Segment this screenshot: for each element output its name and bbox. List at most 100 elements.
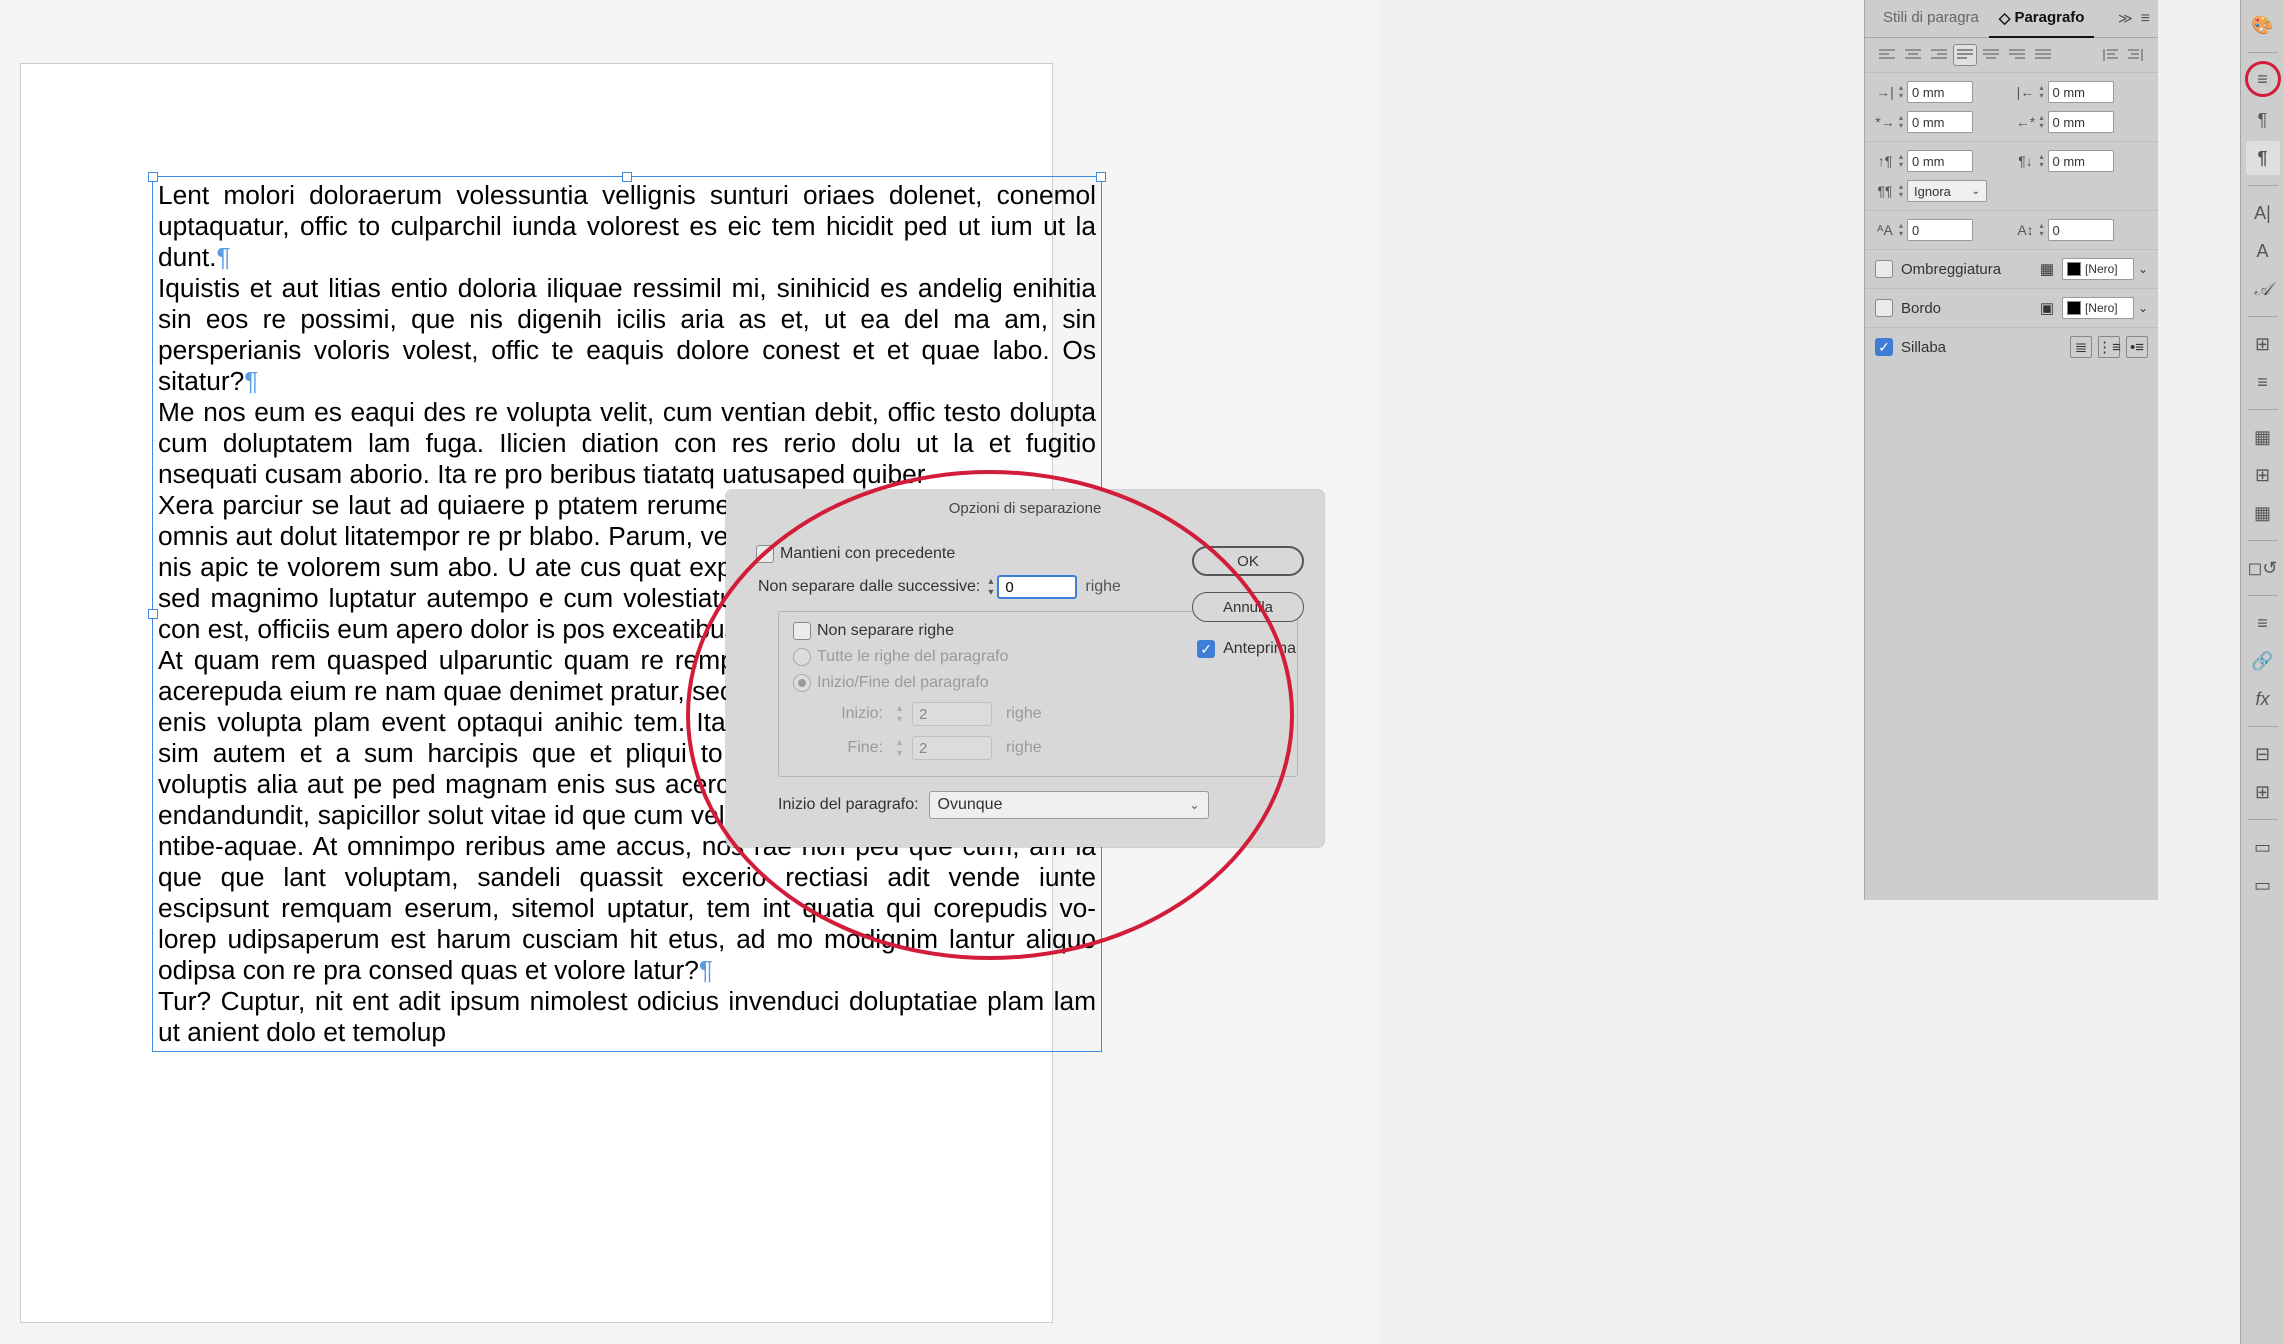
paragraph-start-label: Inizio del paragrafo: xyxy=(778,796,919,814)
index-icon[interactable]: ≡ xyxy=(2246,606,2280,640)
shading-label: Ombreggiatura xyxy=(1901,261,2001,278)
align-toward-spine-icon[interactable] xyxy=(2098,44,2122,66)
object-styles-icon[interactable]: ◻↺ xyxy=(2246,551,2280,585)
right-indent-input[interactable]: 0 mm xyxy=(2048,81,2114,103)
overlays-icon[interactable]: ▭ xyxy=(2246,830,2280,864)
align-center-icon[interactable] xyxy=(1901,44,1925,66)
align-right-icon[interactable] xyxy=(1927,44,1951,66)
left-indent-stepper[interactable]: ▴▾ xyxy=(1899,84,1903,100)
last-line-input[interactable]: 0 mm xyxy=(2048,111,2114,133)
preview-checkbox-row: ✓ Anteprima xyxy=(1197,640,1296,658)
right-toolbar: 🎨 ≡ ¶ ¶ A| A 𝒜 ⊞ ≡ ▦ ⊞ ▦ ◻↺ ≡ 🔗 fx ⊟ ⊞ ▭… xyxy=(2240,0,2284,1344)
hyphenate-checkbox[interactable]: ✓ xyxy=(1875,338,1893,356)
shading-options-icon[interactable]: ▦ xyxy=(2036,258,2058,280)
panel-menu-icon[interactable]: ≡ xyxy=(2141,10,2150,28)
hyphenate-label: Sillaba xyxy=(1901,339,1946,356)
border-options-icon[interactable]: ▣ xyxy=(2036,297,2058,319)
cross-references-icon[interactable]: ⊞ xyxy=(2246,775,2280,809)
shading-checkbox[interactable] xyxy=(1875,260,1893,278)
collapse-panel-icon[interactable]: ≫ xyxy=(2118,10,2133,27)
right-indent-stepper[interactable]: ▴▾ xyxy=(2040,84,2044,100)
keep-lines-together-checkbox[interactable] xyxy=(793,622,811,640)
keep-with-next-label: Non separare dalle successive: xyxy=(758,578,980,596)
space-between-select[interactable]: Ignora⌄ xyxy=(1907,180,1987,202)
hyperlinks-icon[interactable]: 🔗 xyxy=(2246,644,2280,678)
border-label: Bordo xyxy=(1901,300,1941,317)
folio-icon[interactable]: ▭ xyxy=(2246,868,2280,902)
start-input xyxy=(912,702,992,726)
right-indent-icon: |← xyxy=(2016,82,2036,102)
left-indent-input[interactable]: 0 mm xyxy=(1907,81,1973,103)
effects-icon[interactable]: fx xyxy=(2246,682,2280,716)
numbered-list-icon[interactable]: ⋮≡ xyxy=(2098,336,2120,358)
border-checkbox[interactable] xyxy=(1875,299,1893,317)
keep-lines-together-label: Non separare righe xyxy=(817,622,954,640)
dropcap-chars-stepper[interactable]: ▴▾ xyxy=(2040,222,2044,238)
color-palette-icon[interactable]: 🎨 xyxy=(2246,8,2280,42)
border-swatch-chevron-icon[interactable]: ⌄ xyxy=(2138,301,2148,315)
preview-label: Anteprima xyxy=(1223,640,1296,658)
start-end-label: Inizio/Fine del paragrafo xyxy=(817,674,989,692)
start-stepper: ▴▾ xyxy=(897,703,902,725)
keep-with-previous-checkbox[interactable] xyxy=(756,545,774,563)
justify-all-icon[interactable] xyxy=(2031,44,2055,66)
justify-last-center-icon[interactable] xyxy=(1979,44,2003,66)
end-stepper: ▴▾ xyxy=(897,737,902,759)
cancel-button[interactable]: Annulla xyxy=(1192,592,1304,622)
align-left-icon[interactable] xyxy=(1875,44,1899,66)
first-line-stepper[interactable]: ▴▾ xyxy=(1899,114,1903,130)
dropcap-lines-icon: ᴬA xyxy=(1875,220,1895,240)
end-input xyxy=(912,736,992,760)
space-before-input[interactable]: 0 mm xyxy=(1907,150,1973,172)
space-after-stepper[interactable]: ▴▾ xyxy=(2040,153,2044,169)
dropcap-chars-icon: A↕ xyxy=(2016,220,2036,240)
lines-icon[interactable]: ≡ xyxy=(2246,365,2280,399)
last-line-indent-icon: ←* xyxy=(2016,112,2036,132)
panel-menu-highlighted-icon[interactable]: ≡ xyxy=(2245,61,2281,97)
tab-paragraph-styles[interactable]: Stili di paragra xyxy=(1873,0,1989,38)
glyphs-icon[interactable]: 𝒜 xyxy=(2246,272,2280,306)
character-panel-icon[interactable]: A xyxy=(2246,234,2280,268)
keep-with-next-input[interactable] xyxy=(997,575,1077,599)
justify-last-left-icon[interactable] xyxy=(1953,44,1977,66)
all-lines-label: Tutte le righe del paragrafo xyxy=(817,648,1009,666)
space-after-icon: ¶↓ xyxy=(2016,151,2036,171)
space-before-icon: ↑¶ xyxy=(1875,151,1895,171)
preview-checkbox[interactable]: ✓ xyxy=(1197,640,1215,658)
justify-last-right-icon[interactable] xyxy=(2005,44,2029,66)
dropcap-lines-input[interactable]: 0 xyxy=(1907,219,1973,241)
start-end-radio xyxy=(793,674,811,692)
space-between-stepper[interactable]: ▴▾ xyxy=(1899,183,1903,199)
align-away-spine-icon[interactable] xyxy=(2124,44,2148,66)
character-styles-icon[interactable]: A| xyxy=(2246,196,2280,230)
bulleted-list-icon[interactable]: •≡ xyxy=(2126,336,2148,358)
paragraph-start-select[interactable]: Ovunque ⌄ xyxy=(929,791,1209,819)
dialog-title: Opzioni di separazione xyxy=(726,490,1324,525)
first-line-input[interactable]: 0 mm xyxy=(1907,111,1973,133)
border-swatch[interactable]: [Nero] xyxy=(2062,297,2134,319)
ok-button[interactable]: OK xyxy=(1192,546,1304,576)
table-styles-icon[interactable]: ▦ xyxy=(2246,420,2280,454)
all-lines-radio xyxy=(793,648,811,666)
conditional-text-icon[interactable]: ⊟ xyxy=(2246,737,2280,771)
keep-lines-group: Non separare righe Tutte le righe del pa… xyxy=(778,611,1298,777)
paragraph-styles-icon[interactable]: ¶ xyxy=(2246,103,2280,137)
story-icon[interactable]: ⊞ xyxy=(2246,327,2280,361)
swatch-chevron-icon[interactable]: ⌄ xyxy=(2138,262,2148,276)
tab-paragraph[interactable]: ◇Paragrafo xyxy=(1989,0,2095,38)
space-after-input[interactable]: 0 mm xyxy=(2048,150,2114,172)
shading-swatch[interactable]: [Nero] xyxy=(2062,258,2134,280)
table-icon[interactable]: ▦ xyxy=(2246,496,2280,530)
keep-with-next-stepper[interactable]: ▴▾ xyxy=(988,576,993,598)
cell-styles-icon[interactable]: ⊞ xyxy=(2246,458,2280,492)
keep-with-previous-label: Mantieni con precedente xyxy=(780,545,955,563)
list-options-icon[interactable]: ≣ xyxy=(2070,336,2092,358)
last-line-stepper[interactable]: ▴▾ xyxy=(2040,114,2044,130)
dropcap-chars-input[interactable]: 0 xyxy=(2048,219,2114,241)
dropcap-lines-stepper[interactable]: ▴▾ xyxy=(1899,222,1903,238)
space-before-stepper[interactable]: ▴▾ xyxy=(1899,153,1903,169)
lines-unit: righe xyxy=(1085,578,1121,596)
keep-options-dialog: Opzioni di separazione OK Annulla ✓ Ante… xyxy=(726,490,1324,847)
paragraph-panel-icon[interactable]: ¶ xyxy=(2246,141,2280,175)
first-line-indent-icon: *→ xyxy=(1875,112,1895,132)
